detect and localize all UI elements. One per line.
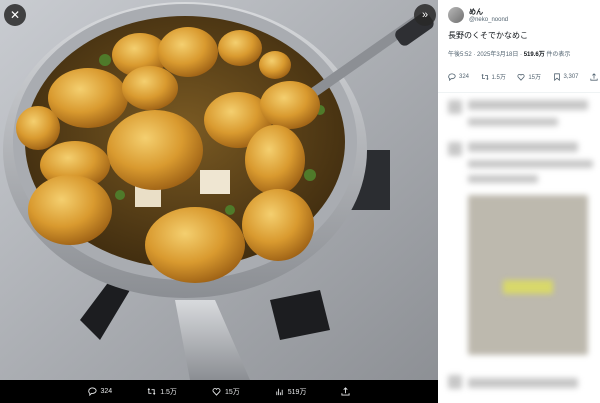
like-button[interactable]: 15万 bbox=[212, 387, 240, 397]
retweet-icon bbox=[481, 73, 488, 80]
blurred-reply-line bbox=[468, 142, 578, 152]
blurred-reply-line bbox=[468, 175, 538, 183]
post-meta: 午後5:52 · 2025年3月18日 · 519.6万 件の表示 bbox=[448, 49, 570, 58]
views-icon bbox=[276, 388, 283, 396]
like-icon bbox=[517, 73, 525, 81]
post-stats: 324 1.5万 15万 3,307 bbox=[448, 72, 598, 81]
post-author[interactable]: めん @neko_noond bbox=[448, 7, 508, 23]
bookmark-stat-button[interactable]: 3,307 bbox=[553, 72, 579, 81]
reply-button[interactable]: 324 bbox=[87, 387, 113, 396]
post-timestamp[interactable]: 午後5:52 · 2025年3月18日 · bbox=[448, 52, 524, 58]
blurred-reply-avatar bbox=[448, 375, 462, 389]
post-panel: めん @neko_noond 長野のくそでかなめこ 午後5:52 · 2025年… bbox=[438, 0, 600, 403]
reply-count: 324 bbox=[100, 388, 113, 395]
like-icon bbox=[212, 388, 221, 396]
blurred-reply-line bbox=[468, 378, 578, 388]
blurred-reply-avatar bbox=[448, 142, 462, 156]
like-count: 15万 bbox=[224, 388, 240, 396]
display-name[interactable]: めん bbox=[469, 7, 508, 17]
view-count: 519.6万 bbox=[523, 52, 545, 58]
share-icon bbox=[341, 387, 351, 396]
avatar[interactable] bbox=[448, 7, 464, 23]
retweet-count: 1.5万 bbox=[160, 388, 177, 396]
share-icon bbox=[590, 72, 598, 81]
view-label: 件の表示 bbox=[544, 52, 571, 58]
tofu-cube bbox=[200, 170, 230, 194]
reply-stat-button[interactable]: 324 bbox=[448, 72, 469, 81]
bookmark-icon bbox=[553, 72, 560, 81]
bookmark-count: 3,307 bbox=[563, 73, 579, 80]
share-button[interactable] bbox=[341, 387, 351, 396]
user-handle[interactable]: @neko_noond bbox=[469, 17, 508, 23]
reply-icon bbox=[87, 387, 96, 396]
blurred-reply-line bbox=[468, 160, 593, 168]
reply-count: 324 bbox=[459, 73, 470, 80]
like-stat-button[interactable]: 15万 bbox=[517, 72, 541, 81]
retweet-count: 1.5万 bbox=[491, 75, 506, 81]
divider bbox=[438, 92, 600, 93]
post-photo[interactable] bbox=[0, 0, 438, 380]
viewer-action-bar: 324 1.5万 15万 519万 bbox=[0, 380, 438, 403]
media-viewer: ✕ » 324 1.5万 15万 519万 bbox=[0, 0, 438, 403]
retweet-stat-button[interactable]: 1.5万 bbox=[481, 72, 506, 81]
close-icon: ✕ bbox=[9, 8, 21, 22]
retweet-button[interactable]: 1.5万 bbox=[147, 387, 177, 397]
blurred-reply-image-highlight bbox=[503, 280, 553, 294]
blurred-reply-line bbox=[468, 118, 558, 126]
blurred-reply-avatar bbox=[448, 100, 462, 114]
expand-icon: » bbox=[421, 9, 429, 21]
post-text: 長野のくそでかなめこ bbox=[448, 31, 528, 40]
blurred-reply-image bbox=[468, 195, 588, 355]
share-stat-button[interactable] bbox=[590, 72, 598, 81]
blurred-reply-line bbox=[468, 100, 588, 110]
views-button[interactable]: 519万 bbox=[275, 387, 307, 397]
expand-button[interactable]: » bbox=[414, 4, 436, 26]
close-button[interactable]: ✕ bbox=[4, 4, 26, 26]
retweet-icon bbox=[147, 388, 156, 395]
reply-icon bbox=[448, 73, 456, 81]
views-count: 519万 bbox=[287, 388, 307, 396]
like-count: 15万 bbox=[528, 75, 542, 81]
